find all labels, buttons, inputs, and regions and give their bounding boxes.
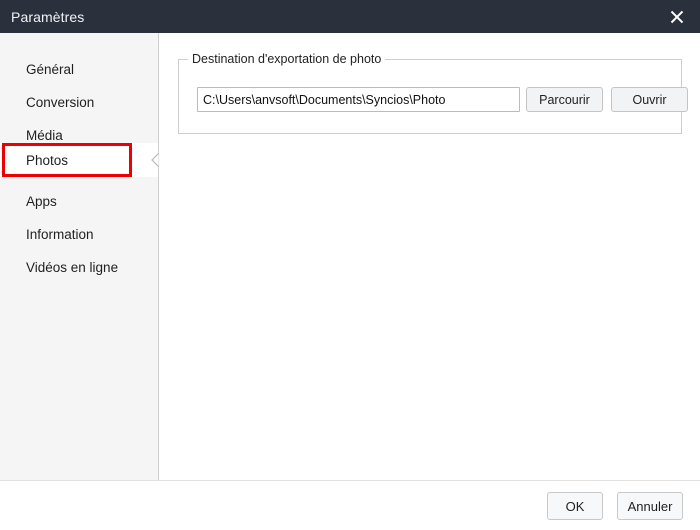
- sidebar-item-videos-en-ligne[interactable]: Vidéos en ligne: [0, 251, 158, 284]
- sidebar: Général Conversion Média Photos Apps Inf…: [0, 33, 159, 480]
- title-bar: Paramètres: [0, 0, 700, 33]
- dialog-footer: OK Annuler: [0, 480, 700, 530]
- open-button[interactable]: Ouvrir: [611, 87, 688, 112]
- sidebar-item-label: Vidéos en ligne: [26, 260, 119, 275]
- settings-window: Paramètres Général Conversion Média Phot…: [0, 0, 700, 530]
- photo-export-groupbox: Destination d'exportation de photo Parco…: [178, 52, 688, 134]
- sidebar-item-information[interactable]: Information: [0, 218, 158, 251]
- content-panel: Destination d'exportation de photo Parco…: [160, 33, 700, 480]
- close-button[interactable]: [654, 0, 700, 33]
- sidebar-item-label: Conversion: [26, 95, 95, 110]
- browse-button[interactable]: Parcourir: [526, 87, 603, 112]
- sidebar-item-apps[interactable]: Apps: [0, 185, 158, 218]
- sidebar-item-label: Photos: [26, 152, 69, 168]
- window-title: Paramètres: [11, 8, 85, 25]
- sidebar-item-label: Général: [26, 62, 75, 77]
- sidebar-item-conversion[interactable]: Conversion: [0, 86, 158, 119]
- ok-button[interactable]: OK: [547, 492, 603, 520]
- chevron-left-icon: [151, 153, 159, 167]
- groupbox-legend: Destination d'exportation de photo: [188, 52, 386, 66]
- cancel-button[interactable]: Annuler: [617, 492, 683, 520]
- sidebar-item-photos[interactable]: Photos: [0, 143, 159, 177]
- sidebar-item-label: Information: [26, 227, 94, 242]
- sidebar-item-general[interactable]: Général: [0, 53, 158, 86]
- export-path-input[interactable]: [197, 87, 520, 112]
- sidebar-item-label: Apps: [26, 194, 57, 209]
- sidebar-item-label: Média: [26, 128, 63, 143]
- close-icon: [670, 10, 684, 23]
